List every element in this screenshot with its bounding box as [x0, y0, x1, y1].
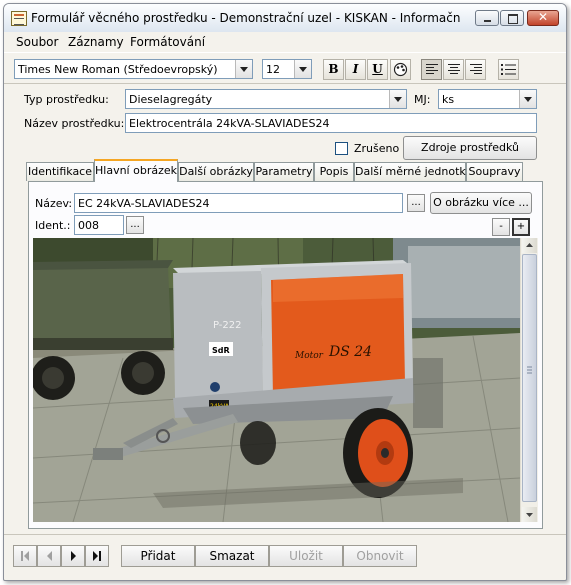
tab-popis[interactable]: Popis	[314, 162, 354, 181]
last-record-icon	[93, 551, 101, 561]
tab-soupravy[interactable]: Soupravy	[466, 162, 523, 181]
last-record-button[interactable]	[85, 545, 109, 567]
first-record-icon	[21, 551, 29, 561]
chevron-down-icon[interactable]	[389, 90, 406, 108]
minimize-button[interactable]	[475, 10, 499, 26]
nazev-prostredku-label: Název prostředku:	[24, 117, 125, 130]
color-palette-button[interactable]	[390, 59, 411, 80]
obrazek-nazev-input[interactable]: EC 24kVA-SLAVIADES24	[74, 193, 403, 213]
palette-icon	[393, 62, 408, 77]
window-title: Formulář věcného prostředku - Demonstrač…	[31, 11, 461, 25]
typ-prostredku-label: Typ prostředku:	[24, 93, 109, 106]
close-icon: ✕	[537, 10, 549, 24]
menu-zaznamy[interactable]: Záznamy	[68, 35, 124, 49]
zruseno-label: Zrušeno	[354, 142, 400, 155]
first-record-button[interactable]	[13, 545, 37, 567]
obnovit-button[interactable]: Obnovit	[343, 545, 417, 567]
chevron-up-icon	[526, 243, 533, 247]
font-size-value: 12	[266, 63, 280, 76]
scroll-down-button[interactable]	[522, 507, 537, 522]
scroll-up-button[interactable]	[522, 238, 537, 253]
side-plate-text: P-222	[213, 320, 242, 331]
italic-button[interactable]: I	[345, 59, 366, 80]
obrazek-nazev-label: Název:	[35, 197, 73, 210]
typ-prostredku-value: Dieselagregáty	[129, 93, 213, 106]
ulozit-button[interactable]: Uložit	[269, 545, 343, 567]
nazev-prostredku-value: Elektrocentrála 24kVA-SLAVIADES24	[129, 117, 330, 130]
menu-soubor[interactable]: Soubor	[16, 35, 58, 49]
align-right-button[interactable]	[465, 59, 486, 80]
application-window: Formulář věcného prostředku - Demonstrač…	[3, 3, 567, 581]
format-toolbar: Times New Roman (Středoevropský) 12 B I …	[4, 52, 566, 84]
mj-select[interactable]: ks	[438, 89, 537, 109]
zdroje-prostredku-button[interactable]: Zdroje prostředků	[403, 136, 537, 160]
grip-icon	[527, 366, 532, 374]
pridat-button[interactable]: Přidat	[121, 545, 195, 567]
ident-browse-button[interactable]: ...	[126, 216, 144, 234]
main-image: P-222 SdR Motor DS 24 24kVA	[33, 238, 520, 522]
badge-text: SdR	[212, 346, 230, 355]
zoom-out-button[interactable]: -	[492, 218, 510, 236]
font-size-select[interactable]: 12	[262, 59, 312, 79]
tab-identifikace[interactable]: Identifikace	[26, 162, 94, 181]
align-right-icon	[470, 64, 482, 75]
smazat-button[interactable]: Smazat	[195, 545, 269, 567]
o-obrazku-vice-button[interactable]: O obrázku více ...	[430, 192, 532, 214]
scrollbar-thumb[interactable]	[522, 254, 537, 502]
chevron-down-icon[interactable]	[294, 60, 311, 78]
mj-value: ks	[442, 93, 455, 106]
tab-hlavni-obrazek[interactable]: Hlavní obrázek	[94, 159, 178, 182]
ident-label: Ident.:	[35, 219, 71, 232]
form-icon	[11, 11, 27, 26]
brand-text: Motor	[294, 351, 324, 361]
align-center-button[interactable]	[443, 59, 464, 80]
previous-record-icon	[47, 551, 52, 561]
previous-record-button[interactable]	[37, 545, 61, 567]
form-area: Typ prostředku: Dieselagregáty MJ: ks Ná…	[4, 83, 566, 533]
align-left-icon	[426, 64, 438, 75]
font-name-value: Times New Roman (Středoevropský)	[18, 63, 218, 76]
tab-parametry[interactable]: Parametry	[254, 162, 314, 181]
obrazek-browse-button[interactable]: ...	[407, 194, 425, 212]
menu-bar: Soubor Záznamy Formátování	[4, 32, 566, 51]
tab-dalsi-obrazky[interactable]: Další obrázky	[178, 162, 254, 181]
typ-prostredku-select[interactable]: Dieselagregáty	[125, 89, 407, 109]
record-navigation-bar: Přidat Smazat Uložit Obnovit	[4, 534, 566, 580]
next-record-icon	[71, 551, 76, 561]
image-vertical-scrollbar[interactable]	[520, 238, 538, 522]
hlavni-obrazek-panel: Název: EC 24kVA-SLAVIADES24 ... O obrázk…	[28, 181, 543, 529]
model-text: DS 24	[328, 344, 372, 360]
bullet-list-icon	[501, 64, 516, 75]
mj-label: MJ:	[414, 93, 431, 106]
next-record-button[interactable]	[61, 545, 85, 567]
chevron-down-icon[interactable]	[519, 90, 536, 108]
zoom-in-button[interactable]: +	[512, 218, 530, 236]
font-name-select[interactable]: Times New Roman (Středoevropský)	[14, 59, 253, 79]
bullet-list-button[interactable]	[498, 59, 519, 80]
generator-photo: P-222 SdR Motor DS 24 24kVA	[33, 238, 520, 522]
close-button[interactable]: ✕	[527, 10, 559, 26]
chevron-down-icon[interactable]	[235, 60, 252, 78]
align-left-button[interactable]	[421, 59, 442, 80]
nazev-prostredku-input[interactable]: Elektrocentrála 24kVA-SLAVIADES24	[125, 113, 537, 133]
menu-formatovani[interactable]: Formátování	[130, 35, 205, 49]
align-center-icon	[448, 64, 460, 75]
zruseno-checkbox[interactable]	[335, 142, 348, 155]
maximize-button[interactable]	[500, 10, 524, 26]
chevron-down-icon	[526, 513, 533, 517]
title-bar: Formulář věcného prostředku - Demonstrač…	[4, 4, 566, 33]
underline-button[interactable]: U	[367, 59, 388, 80]
bold-button[interactable]: B	[323, 59, 344, 80]
ident-value: 008	[78, 219, 99, 232]
tab-dalsi-merne-jednotky[interactable]: Další měrné jednotky	[354, 162, 472, 181]
obrazek-nazev-value: EC 24kVA-SLAVIADES24	[78, 197, 210, 210]
ident-input[interactable]: 008	[74, 215, 124, 235]
